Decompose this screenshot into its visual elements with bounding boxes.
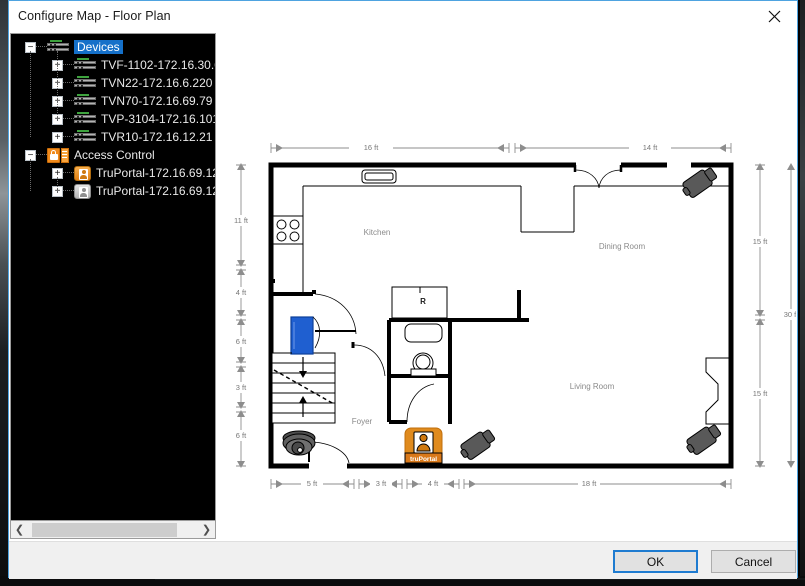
dome-camera-icon[interactable]: [282, 430, 316, 456]
dim-bottom-2: 3 ft: [376, 479, 387, 488]
hall-door-swing-icon: [353, 344, 386, 377]
tree-connector: [63, 118, 74, 120]
tree-connector: [30, 159, 31, 191]
refrigerator-label: R: [420, 297, 426, 306]
cancel-button[interactable]: Cancel: [711, 550, 796, 573]
tree-node-label[interactable]: TVF-1102-172.16.30.63: [101, 58, 215, 72]
floor-plan-map[interactable]: R truPortal 16 ft 14 ft 11 ft 4 ft 6 ft …: [218, 33, 796, 540]
room-label-foyer: Foyer: [352, 417, 373, 426]
tree-node-label[interactable]: TVN22-172.16.6.220: [101, 76, 212, 90]
truportal-offline-icon: [74, 183, 91, 199]
truportal-label: truPortal: [410, 456, 437, 463]
sink-icon: [361, 169, 397, 184]
door-swing-icon: [598, 169, 622, 189]
room-label-dining-room: Dining Room: [599, 242, 646, 251]
tree-connector: [36, 154, 47, 156]
box-camera-icon[interactable]: [457, 427, 497, 462]
access-control-icon: [47, 147, 69, 163]
dim-bottom-1: 5 ft: [307, 479, 318, 488]
tree-node[interactable]: + TruPortal-172.16.69.123: [52, 182, 215, 200]
dim-left-1: 11 ft: [234, 216, 249, 225]
dialog-title: Configure Map - Floor Plan: [18, 9, 171, 23]
device-icon: [74, 94, 96, 108]
tree-node[interactable]: − Devices: [25, 38, 123, 56]
dialog-content: − Devices + TVF-1102-172.16.30.63 + TVN22-172…: [9, 32, 797, 541]
bathroom-door-swing-icon: [406, 383, 435, 423]
tree-node[interactable]: − Access Control: [25, 146, 155, 164]
tree-connector: [57, 177, 58, 191]
tree-connector: [63, 136, 74, 138]
close-icon[interactable]: [752, 1, 797, 31]
tree-connector: [63, 100, 74, 102]
tree-node[interactable]: + TruPortal-172.16.69.122: [52, 164, 215, 182]
door-swing-icon: [575, 169, 600, 189]
tree-node[interactable]: + TVN22-172.16.6.220: [52, 74, 212, 92]
room-label-living-room: Living Room: [570, 382, 615, 391]
dim-bottom-3: 4 ft: [428, 479, 439, 488]
dim-left-4: 3 ft: [236, 383, 247, 392]
tree-node-label[interactable]: Access Control: [74, 148, 155, 162]
tree-connector: [30, 51, 31, 137]
tree-connector: [63, 64, 74, 66]
dim-top-2: 14 ft: [643, 143, 659, 152]
tree-connector: [57, 51, 58, 119]
tree-node-label[interactable]: TVR10-172.16.12.21: [101, 130, 212, 144]
dim-left-5: 6 ft: [236, 431, 247, 440]
dialog-titlebar: Configure Map - Floor Plan: [9, 1, 797, 33]
configure-map-dialog: Configure Map - Floor Plan − Devices + TVF-…: [8, 0, 798, 579]
tree-node-label[interactable]: TruPortal-172.16.69.122: [96, 166, 215, 180]
room-label-kitchen: Kitchen: [364, 228, 391, 237]
tree-node-label[interactable]: Devices: [74, 40, 123, 54]
expand-icon[interactable]: +: [52, 131, 63, 143]
dim-left-3: 6 ft: [236, 337, 247, 346]
tree-node[interactable]: + TVN70-172.16.69.79: [52, 92, 212, 110]
bay-window: [705, 357, 731, 425]
dim-right-total: 30 ft: [784, 310, 796, 319]
dialog-footer: OK Cancel: [9, 541, 797, 579]
dim-right-2: 15 ft: [753, 389, 769, 398]
tree-connector: [63, 172, 74, 174]
ok-button[interactable]: OK: [613, 550, 698, 573]
tree-connector: [36, 46, 47, 48]
dim-right-1: 15 ft: [753, 237, 769, 246]
tree-node[interactable]: + TVF-1102-172.16.30.63: [52, 56, 215, 74]
tree-connector: [63, 190, 74, 192]
dim-bottom-4: 18 ft: [582, 479, 598, 488]
device-icon: [74, 58, 96, 72]
tree-horizontal-scrollbar[interactable]: ❮ ❯: [11, 520, 215, 538]
dim-left-2: 4 ft: [236, 288, 247, 297]
scrollbar-track[interactable]: [28, 521, 198, 538]
exterior-walls: [268, 162, 734, 469]
tree-node-label[interactable]: TVP-3104-172.16.101.3: [101, 112, 215, 126]
desktop-edge-right: [800, 0, 805, 586]
kitchen-door: [312, 290, 357, 335]
floor-plan-canvas[interactable]: R truPortal 16 ft 14 ft 11 ft 4 ft 6 ft …: [218, 33, 796, 540]
box-camera-icon[interactable]: [679, 165, 719, 200]
toilet-icon: [410, 352, 437, 377]
stove-icon: [272, 215, 304, 245]
device-icon: [74, 130, 96, 144]
door-icon[interactable]: [271, 316, 321, 355]
desktop-edge-left: [0, 0, 8, 586]
tree-node-label[interactable]: TVN70-172.16.69.79: [101, 94, 212, 108]
scrollbar-thumb[interactable]: [32, 522, 177, 537]
device-icon: [47, 40, 69, 54]
tree-connector: [63, 82, 74, 84]
scroll-right-icon[interactable]: ❯: [198, 521, 215, 538]
tree-node[interactable]: +TVP-3104-172.16.101.3: [52, 110, 215, 128]
device-icon: [74, 76, 96, 90]
tree-node[interactable]: + TVR10-172.16.12.21: [52, 128, 212, 146]
truportal-online-icon: [74, 165, 91, 181]
bathtub-icon: [404, 323, 443, 343]
dim-top-1: 16 ft: [364, 143, 380, 152]
tree-node-label[interactable]: TruPortal-172.16.69.123: [96, 184, 215, 198]
truportal-icon[interactable]: truPortal: [404, 427, 443, 464]
device-icon: [74, 112, 96, 126]
device-tree-panel[interactable]: − Devices + TVF-1102-172.16.30.63 + TVN22-172…: [10, 33, 216, 539]
scroll-left-icon[interactable]: ❮: [11, 521, 28, 538]
box-camera-icon[interactable]: [683, 422, 723, 457]
device-tree-scroll-area[interactable]: − Devices + TVF-1102-172.16.30.63 + TVN22-172…: [11, 34, 215, 520]
